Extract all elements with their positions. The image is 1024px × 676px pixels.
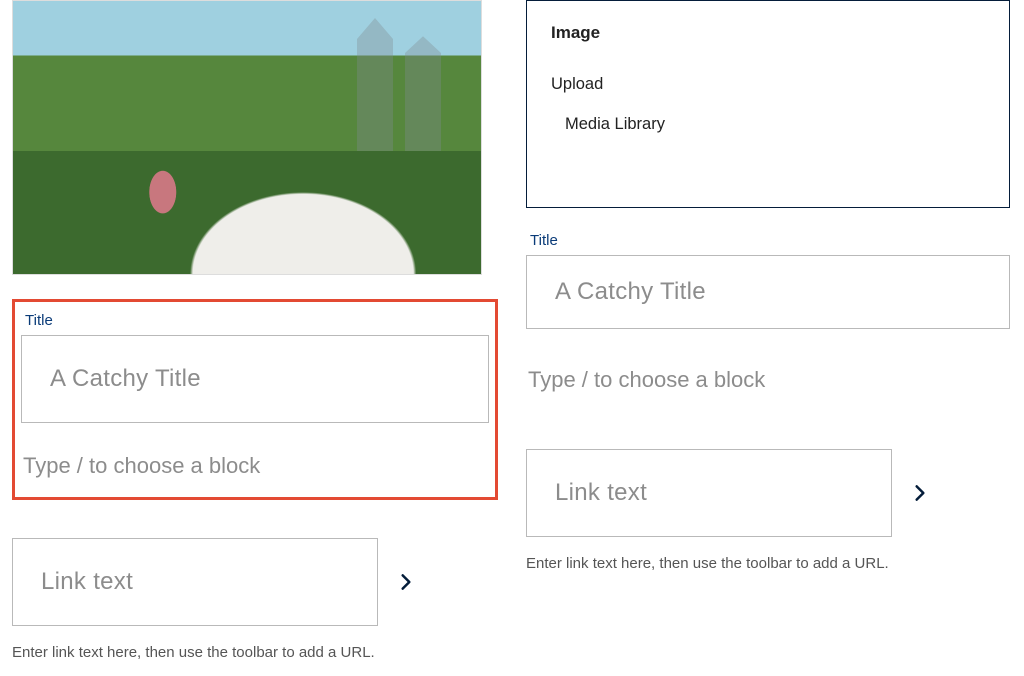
title-input[interactable]: A Catchy Title [21, 335, 489, 423]
image-block-options: Upload Media Library [551, 65, 985, 144]
title-block: Title A Catchy Title Type / to choose a … [526, 232, 1010, 393]
title-placeholder: A Catchy Title [555, 278, 706, 306]
link-row: Link text [526, 449, 1010, 537]
highlight-box: Title A Catchy Title Type / to choose a … [12, 299, 498, 500]
left-column: Title A Catchy Title Type / to choose a … [0, 0, 512, 676]
link-text-placeholder: Link text [41, 568, 133, 596]
image-block-heading: Image [551, 23, 985, 43]
title-input[interactable]: A Catchy Title [526, 255, 1010, 329]
option-media-library[interactable]: Media Library [551, 105, 985, 145]
option-upload[interactable]: Upload [551, 65, 985, 105]
link-text-input[interactable]: Link text [12, 538, 378, 626]
block-chooser-hint[interactable]: Type / to choose a block [528, 367, 1010, 393]
link-helper-text: Enter link text here, then use the toolb… [12, 644, 498, 661]
link-text-input[interactable]: Link text [526, 449, 892, 537]
link-row: Link text [12, 538, 498, 626]
chevron-right-icon[interactable] [396, 572, 416, 592]
title-placeholder: A Catchy Title [50, 365, 201, 393]
title-field-label: Title [526, 232, 1010, 249]
link-text-placeholder: Link text [555, 479, 647, 507]
chevron-right-icon[interactable] [910, 483, 930, 503]
link-helper-text: Enter link text here, then use the toolb… [526, 555, 1010, 572]
block-chooser-hint[interactable]: Type / to choose a block [23, 453, 489, 479]
image-block-panel: Image Upload Media Library [526, 0, 1010, 208]
title-field-label: Title [21, 312, 489, 329]
hero-image [12, 0, 482, 275]
right-column: Image Upload Media Library Title A Catch… [512, 0, 1024, 676]
